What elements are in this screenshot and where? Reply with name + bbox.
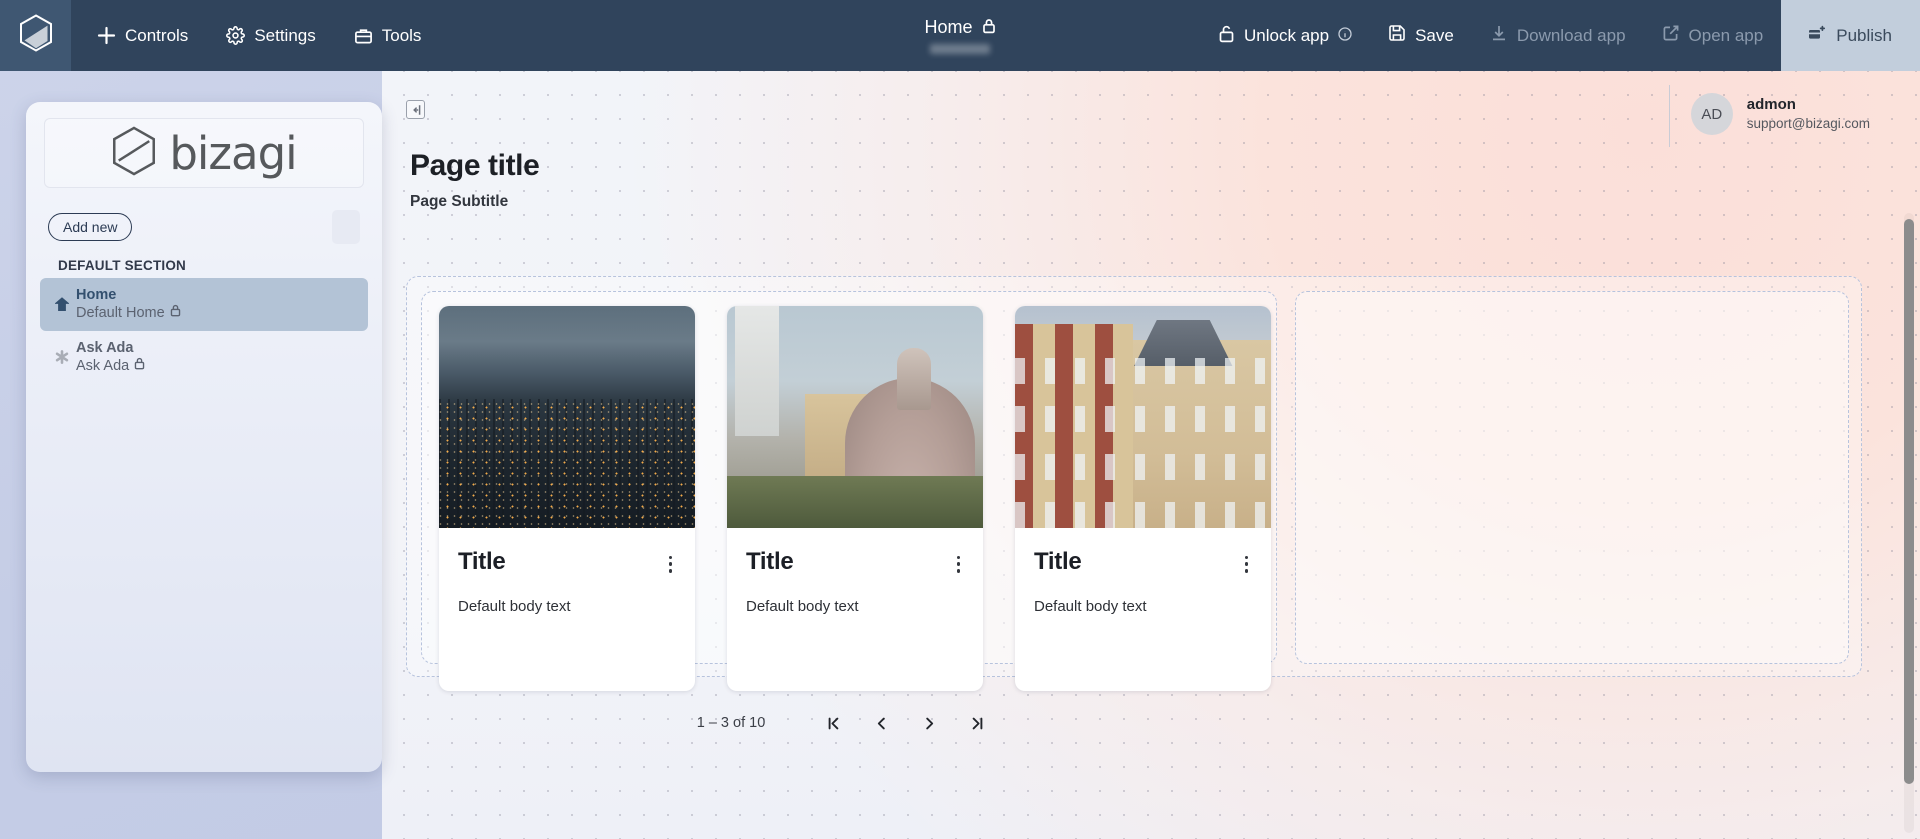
baroque-palace-facade-photo <box>1015 306 1271 528</box>
save-button[interactable]: Save <box>1370 0 1472 71</box>
lock-icon <box>982 18 996 37</box>
pagination: 1 – 3 of 10 <box>439 707 1259 739</box>
profile-email: support@bizagi.com <box>1746 115 1870 131</box>
card-title: Title <box>746 548 794 575</box>
list-item[interactable]: Title Default body text <box>727 306 983 691</box>
toolbox-icon <box>354 26 373 45</box>
city-skyline-dusk-photo <box>439 306 695 528</box>
chevron-left-icon[interactable] <box>863 707 899 739</box>
card-more-menu-button[interactable] <box>953 548 964 580</box>
gear-icon <box>226 26 246 45</box>
info-icon[interactable] <box>1338 26 1352 46</box>
download-app-button[interactable]: Download app <box>1472 0 1644 71</box>
lock-icon <box>134 357 145 376</box>
section-header: DEFAULT SECTION <box>58 258 187 273</box>
list-item[interactable]: Title Default body text <box>439 306 695 691</box>
chevron-right-icon[interactable] <box>911 707 947 739</box>
open-app-button[interactable]: Open app <box>1644 0 1782 71</box>
nav-controls-label: Controls <box>125 25 189 45</box>
lock-icon <box>170 304 181 323</box>
card-body-text: Default body text <box>1034 598 1147 616</box>
bizagi-hex-logo-icon <box>19 14 53 57</box>
publish-label: Publish <box>1836 25 1892 45</box>
collapse-panel-icon[interactable] <box>406 100 425 119</box>
avatar: AD <box>1690 93 1733 135</box>
home-icon <box>52 295 72 313</box>
user-profile[interactable]: AD admon support@bizagi.com <box>1668 85 1870 147</box>
nav-settings-label: Settings <box>254 25 316 45</box>
app-logo-button[interactable] <box>0 0 71 71</box>
app-brand-logo[interactable]: bizagi <box>44 118 364 188</box>
unlock-app-button[interactable]: Unlock app <box>1200 0 1370 71</box>
sidebar-item-ask-ada[interactable]: Ask Ada Ask Ada <box>40 331 368 384</box>
pages-sidebar: bizagi Add new DEFAULT SECTION Home Defa… <box>26 102 382 772</box>
current-page-title: Home <box>924 17 973 37</box>
save-label: Save <box>1415 25 1454 45</box>
pagination-range-label: 1 – 3 of 10 <box>696 715 766 731</box>
publish-icon <box>1807 24 1826 48</box>
sidebar-more-menu-button[interactable] <box>332 210 360 244</box>
page-title: Page title <box>410 149 540 182</box>
layout-container-empty[interactable] <box>1295 291 1849 664</box>
nav-controls[interactable]: Controls <box>93 20 192 52</box>
sidebar-item-home[interactable]: Home Default Home <box>40 278 368 331</box>
rome-dome-cityscape-photo <box>727 306 983 528</box>
publish-button[interactable]: Publish <box>1781 0 1920 71</box>
brand-wordmark: bizagi <box>169 126 297 180</box>
bizagi-hex-logo-icon <box>111 126 157 181</box>
sidebar-item-ask-ada-title: Ask Ada <box>76 339 134 356</box>
sidebar-item-ask-ada-subtitle: Ask Ada <box>76 358 130 375</box>
floppy-save-icon <box>1388 24 1406 47</box>
external-link-icon <box>1662 24 1680 47</box>
add-new-button[interactable]: Add new <box>48 213 133 241</box>
page-canvas: AD admon support@bizagi.com Page title P… <box>382 71 1920 839</box>
main-nav: Controls Settings Tools <box>71 20 425 52</box>
profile-divider <box>1668 85 1670 147</box>
nav-settings[interactable]: Settings <box>222 20 319 52</box>
canvas-scrollbar-thumb[interactable] <box>1904 219 1914 784</box>
top-actions: Unlock app Save Download app Open app Pu… <box>1200 0 1920 71</box>
sidebar-item-home-title: Home <box>76 287 117 303</box>
card-title: Title <box>1034 548 1082 575</box>
card-body-text: Default body text <box>458 598 571 616</box>
list-item[interactable]: Title Default body text <box>1015 306 1271 691</box>
top-toolbar: Controls Settings Tools Home Unlock app … <box>0 0 1920 71</box>
card-title: Title <box>458 548 506 575</box>
page-subtitle-blurred <box>930 43 990 54</box>
layout-container-outer[interactable]: Title Default body text Title Default bo… <box>406 276 1862 731</box>
page-header: Page title Page Subtitle <box>410 149 540 211</box>
page-subtitle: Page Subtitle <box>410 193 509 210</box>
sidebar-actions: Add new <box>26 188 382 244</box>
layout-container-cards[interactable]: Title Default body text Title Default bo… <box>421 291 1277 731</box>
first-page-icon[interactable] <box>815 707 851 739</box>
download-icon <box>1490 24 1508 47</box>
last-page-icon[interactable] <box>959 707 995 739</box>
nav-tools-label: Tools <box>381 25 422 45</box>
card-list: Title Default body text Title Default bo… <box>439 306 1271 691</box>
asterisk-icon <box>52 348 72 366</box>
card-more-menu-button[interactable] <box>1241 548 1252 580</box>
card-body-text: Default body text <box>746 598 859 616</box>
sidebar-item-home-subtitle: Default Home <box>76 305 165 322</box>
plus-icon <box>97 26 116 45</box>
unlock-icon <box>1218 24 1235 48</box>
nav-tools[interactable]: Tools <box>350 20 426 52</box>
card-more-menu-button[interactable] <box>665 548 676 580</box>
profile-name: admon <box>1746 96 1796 114</box>
unlock-app-label: Unlock app <box>1244 25 1330 45</box>
download-app-label: Download app <box>1516 25 1626 45</box>
pages-list: Home Default Home Ask Ada Ask Ada <box>26 278 382 384</box>
open-app-label: Open app <box>1688 25 1764 45</box>
